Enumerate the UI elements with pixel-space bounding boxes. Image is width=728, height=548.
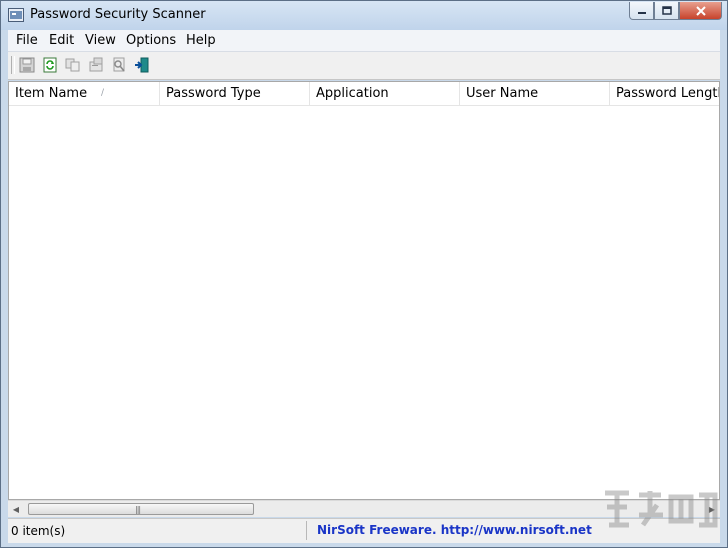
properties-button[interactable] <box>87 56 105 74</box>
copy-button[interactable] <box>64 56 82 74</box>
minimize-icon <box>637 11 646 14</box>
toolbar-grip[interactable] <box>11 56 15 74</box>
item-count: 0 item(s) <box>11 524 66 538</box>
watermark-logo <box>605 490 718 528</box>
menu-options[interactable]: Options <box>126 33 176 48</box>
column-header-password-length[interactable]: Password Length <box>610 82 720 105</box>
list-header: Item Name ∕ Password Type Application Us… <box>9 82 720 106</box>
refresh-icon <box>43 57 57 73</box>
app-icon <box>8 8 24 22</box>
window-controls <box>629 2 722 20</box>
scrollbar-thumb[interactable]: ||| <box>28 503 254 515</box>
toolbar <box>8 52 720 80</box>
items-list-view[interactable]: Item Name ∕ Password Type Application Us… <box>8 81 720 500</box>
menu-help[interactable]: Help <box>186 33 216 48</box>
save-button[interactable] <box>18 56 36 74</box>
app-window: Password Security Scanner File Edit View… <box>0 0 728 548</box>
properties-icon <box>89 57 103 72</box>
menu-file[interactable]: File <box>16 33 38 48</box>
refresh-button[interactable] <box>41 56 59 74</box>
nirsoft-link[interactable]: NirSoft Freeware. http://www.nirsoft.net <box>317 523 592 537</box>
close-button[interactable] <box>679 2 722 20</box>
column-label: Password Type <box>166 86 261 101</box>
close-icon <box>695 5 706 16</box>
exit-button[interactable] <box>133 56 151 74</box>
restore-icon <box>661 5 672 15</box>
column-header-application[interactable]: Application <box>310 82 460 105</box>
column-label: Password Length <box>616 86 720 101</box>
chevron-left-icon: ◀ <box>12 504 20 514</box>
column-label: Application <box>316 86 389 101</box>
sort-arrow-icon: ∕ <box>101 88 105 98</box>
menu-bar: File Edit View Options Help <box>8 30 720 52</box>
status-divider <box>306 521 307 540</box>
column-label: User Name <box>466 86 539 101</box>
title-bar[interactable]: Password Security Scanner <box>1 1 727 30</box>
scroll-left-button[interactable]: ◀ <box>8 501 24 517</box>
column-header-user-name[interactable]: User Name <box>460 82 610 105</box>
maximize-button[interactable] <box>654 2 679 20</box>
menu-view[interactable]: View <box>85 33 116 48</box>
exit-icon <box>135 57 149 73</box>
save-icon <box>19 57 35 73</box>
column-label: Item Name <box>15 86 88 101</box>
find-button[interactable] <box>110 56 128 74</box>
column-header-password-type[interactable]: Password Type <box>160 82 310 105</box>
find-icon <box>113 57 125 72</box>
copy-icon <box>65 58 80 72</box>
minimize-button[interactable] <box>629 2 654 20</box>
column-header-item-name[interactable]: Item Name ∕ <box>9 82 160 105</box>
grip-icon: ||| <box>135 505 141 514</box>
window-title: Password Security Scanner <box>30 7 206 22</box>
menu-edit[interactable]: Edit <box>49 33 74 48</box>
